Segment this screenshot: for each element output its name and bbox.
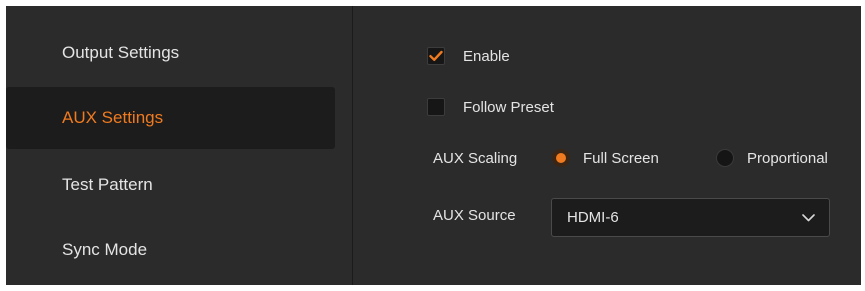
settings-panel: Output Settings AUX Settings Test Patter…	[6, 6, 861, 285]
full-screen-radio[interactable]	[552, 149, 570, 167]
chevron-down-icon	[802, 213, 815, 221]
follow-preset-label: Follow Preset	[463, 98, 554, 116]
sidebar-item-label: Test Pattern	[62, 175, 153, 194]
aux-source-value: HDMI-6	[567, 209, 619, 226]
checkmark-icon	[429, 50, 443, 61]
enable-label: Enable	[463, 47, 510, 65]
enable-checkbox-row[interactable]: Enable	[427, 47, 510, 65]
aux-settings-content: Enable Follow Preset AUX Scaling Full Sc…	[353, 6, 861, 285]
follow-preset-checkbox[interactable]	[427, 98, 445, 116]
sidebar-item-label: Output Settings	[62, 43, 180, 62]
follow-preset-checkbox-row[interactable]: Follow Preset	[427, 98, 554, 116]
sidebar-item-label: AUX Settings	[62, 108, 164, 127]
full-screen-radio-option[interactable]: Full Screen	[552, 149, 659, 167]
sidebar-item-output-settings[interactable]: Output Settings	[6, 22, 335, 84]
aux-scaling-label: AUX Scaling	[433, 150, 518, 167]
proportional-radio-option[interactable]: Proportional	[716, 149, 828, 167]
sidebar: Output Settings AUX Settings Test Patter…	[6, 6, 351, 285]
sidebar-item-sync-mode[interactable]: Sync Mode	[6, 219, 335, 281]
sidebar-item-aux-settings[interactable]: AUX Settings	[6, 87, 335, 149]
sidebar-item-label: Sync Mode	[62, 240, 148, 259]
enable-checkbox[interactable]	[427, 47, 445, 65]
proportional-label: Proportional	[747, 149, 828, 167]
sidebar-item-test-pattern[interactable]: Test Pattern	[6, 154, 335, 216]
window-frame: Output Settings AUX Settings Test Patter…	[0, 0, 865, 291]
aux-source-label: AUX Source	[433, 207, 516, 224]
full-screen-label: Full Screen	[583, 149, 659, 167]
aux-source-select[interactable]: HDMI-6	[551, 198, 830, 237]
proportional-radio[interactable]	[716, 149, 734, 167]
